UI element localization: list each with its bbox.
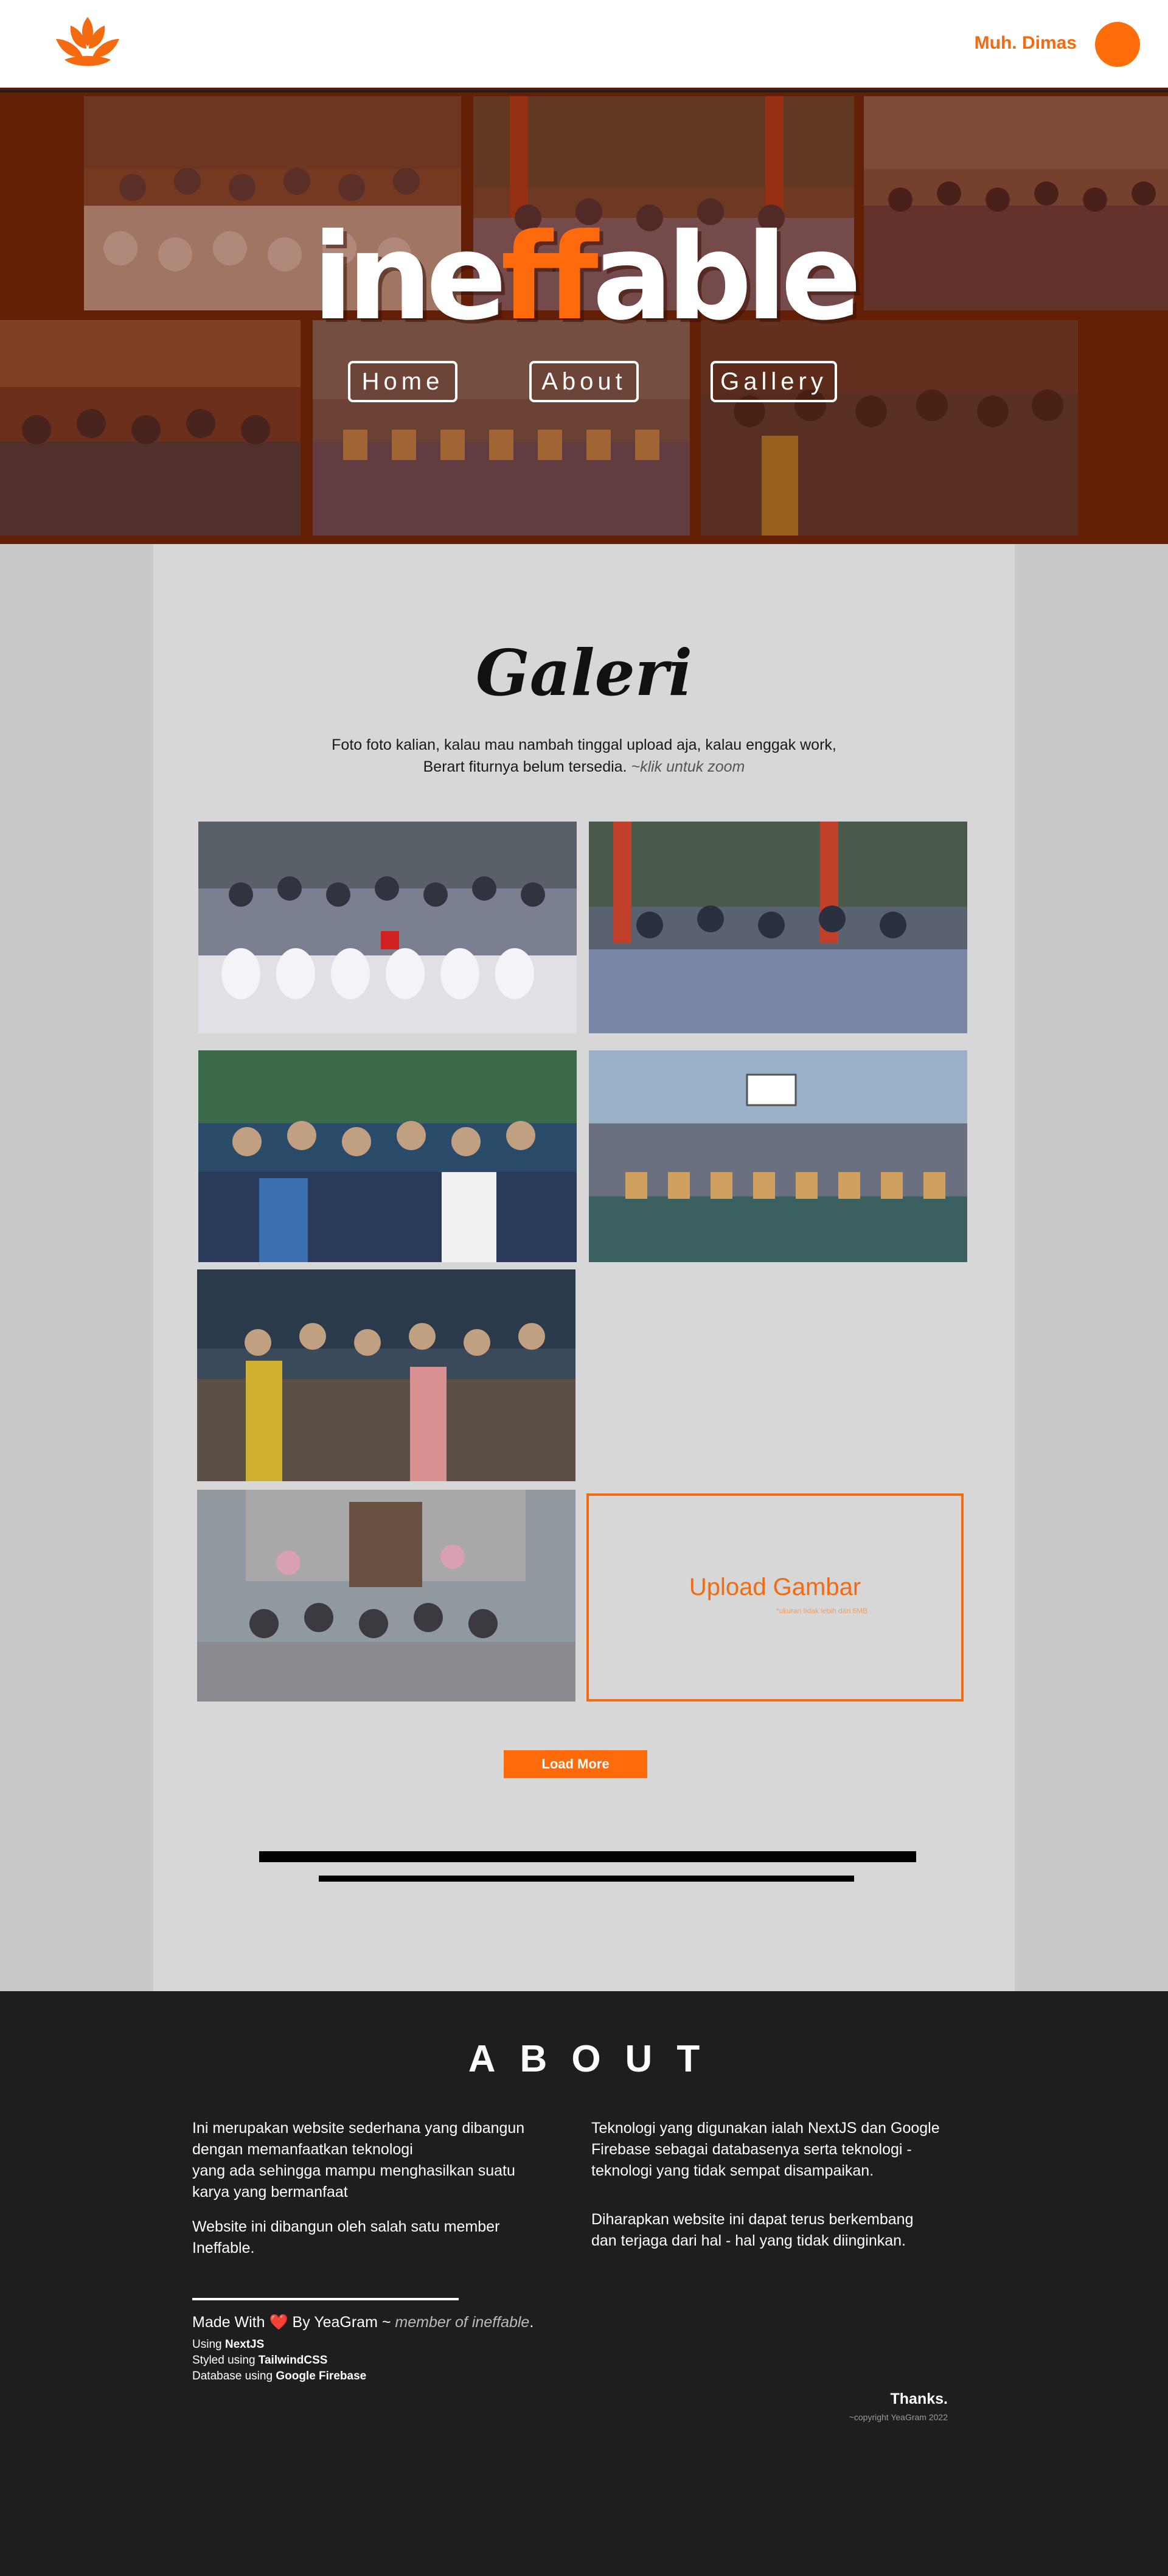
gallery-desc-line1: Foto foto kalian, kalau mau nambah tingg…	[332, 736, 836, 753]
top-navbar: Muh. Dimas	[0, 0, 1168, 90]
site-title: ineffable	[312, 208, 862, 347]
upload-title: Upload Gambar	[689, 1574, 861, 1600]
nav-home-button[interactable]: Home	[348, 361, 457, 402]
gallery-photo-3[interactable]	[198, 1050, 577, 1262]
copyright-text: ~copyright YeaGram 2022	[849, 2412, 948, 2422]
zoom-hint: ~klik untuk zoom	[631, 758, 745, 775]
credit-using: Using NextJS	[192, 2338, 265, 2351]
gallery-container: Galeri Foto foto kalian, kalau mau namba…	[153, 544, 1015, 1991]
user-name[interactable]: Muh. Dimas	[975, 33, 1077, 54]
about-left-paragraph-1: Ini merupakan website sederhana yang dib…	[192, 2120, 525, 2201]
gallery-section: Galeri Foto foto kalian, kalau mau namba…	[0, 544, 1168, 1991]
hero-banner: ineffable Home About Gallery	[0, 92, 1168, 544]
divider-bar-short	[319, 1876, 854, 1882]
nav-gallery-button[interactable]: Gallery	[711, 361, 837, 402]
lotus-logo-icon[interactable]	[52, 12, 123, 73]
member-note: member of ineffable	[395, 2314, 530, 2331]
credit-styled: Styled using TailwindCSS	[192, 2354, 328, 2367]
divider-bar-long	[259, 1851, 916, 1862]
gallery-photo-4[interactable]	[589, 1050, 967, 1262]
about-left-paragraph-2: Website ini dibangun oleh salah satu mem…	[192, 2218, 500, 2257]
gallery-photo-5[interactable]	[197, 1269, 575, 1481]
gallery-photo-2[interactable]	[589, 822, 967, 1033]
about-section: ABOUT Ini merupakan website sederhana ya…	[0, 1991, 1168, 2576]
upload-image-card[interactable]: Upload Gambar *ukuran tidak lebih dari 6…	[586, 1493, 964, 1702]
about-right-paragraph-1: Teknologi yang digunakan ialah NextJS da…	[591, 2120, 940, 2179]
about-title: ABOUT	[468, 2038, 725, 2080]
credit-database: Database using Google Firebase	[192, 2370, 367, 2382]
gallery-desc-line2: Berart fiturnya belum tersedia. ~klik un…	[423, 758, 745, 775]
user-avatar-icon[interactable]	[1095, 22, 1140, 67]
gallery-description: Foto foto kalian, kalau mau nambah tingg…	[153, 734, 1015, 778]
made-with-line: Made With ❤️ By YeaGram ~ member of inef…	[192, 2314, 534, 2331]
thanks-text: Thanks.	[890, 2390, 948, 2407]
load-more-button[interactable]: Load More	[504, 1750, 647, 1778]
gallery-photo-1[interactable]	[198, 822, 577, 1033]
about-right-paragraph-2: Diharapkan website ini dapat terus berke…	[591, 2211, 914, 2249]
footer-divider	[192, 2298, 459, 2300]
gallery-title: Galeri	[475, 635, 693, 710]
nav-about-button[interactable]: About	[529, 361, 639, 402]
upload-size-note: *ukuran tidak lebih dari 6MB	[776, 1607, 867, 1615]
gallery-photo-6[interactable]	[197, 1490, 575, 1702]
heart-icon: ❤️	[269, 2314, 288, 2331]
